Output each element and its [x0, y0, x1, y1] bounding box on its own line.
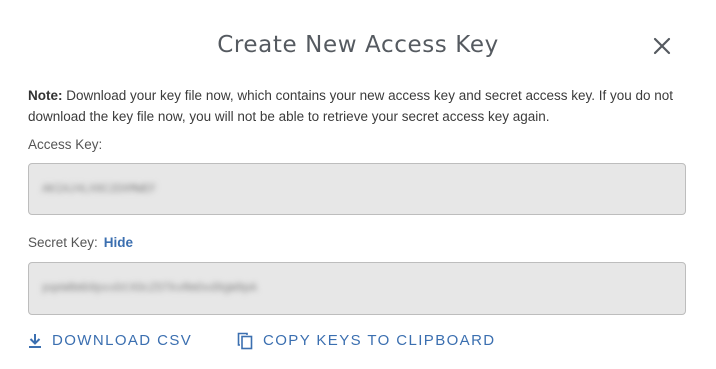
secret-key-value[interactable]: pqeW8mb9pxxbtXOcZSTkvRmOxd9gW9pA — [42, 278, 257, 298]
note-prefix: Note: — [28, 88, 63, 103]
note-body: Download your key file now, which contai… — [28, 88, 674, 124]
create-access-key-dialog: Create New Access Key Note: Download you… — [0, 0, 716, 369]
secret-key-label: Secret Key: — [28, 235, 98, 250]
access-key-value[interactable]: AKIAJ4LX6C2DXMWEF — [42, 179, 156, 199]
access-key-field[interactable]: AKIAJ4LX6C2DXMWEF — [28, 163, 686, 215]
close-icon — [650, 34, 674, 58]
dialog-title: Create New Access Key — [217, 32, 499, 58]
secret-key-label-row: Secret Key: Hide — [28, 234, 133, 252]
download-csv-label: DOWNLOAD CSV — [52, 332, 193, 349]
download-icon — [28, 333, 42, 349]
copy-keys-button[interactable]: COPY KEYS TO CLIPBOARD — [237, 331, 496, 351]
hide-secret-link[interactable]: Hide — [104, 235, 133, 250]
secret-key-field[interactable]: pqeW8mb9pxxbtXOcZSTkvRmOxd9gW9pA — [28, 262, 686, 315]
download-csv-button[interactable]: DOWNLOAD CSV — [28, 331, 192, 351]
copy-icon — [237, 332, 253, 350]
close-button[interactable] — [650, 34, 674, 58]
note-text: Note: Download your key file now, which … — [28, 85, 690, 127]
copy-keys-label: COPY KEYS TO CLIPBOARD — [263, 332, 496, 349]
access-key-label: Access Key: — [28, 137, 103, 152]
